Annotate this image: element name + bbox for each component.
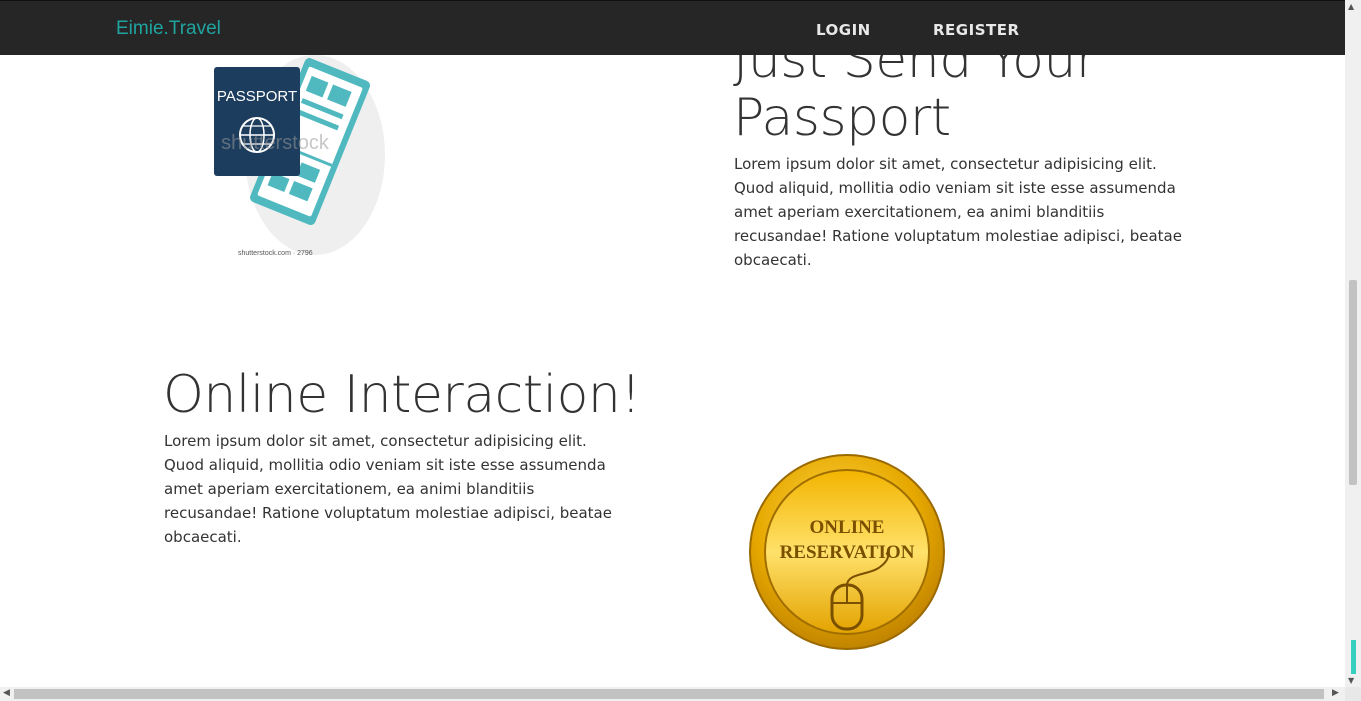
passport-heading-line1: Just Send Your	[733, 55, 1097, 90]
scrollbar-corner	[1345, 687, 1361, 701]
passport-heading-line2: Passport	[733, 88, 951, 148]
login-link[interactable]: LOGIN	[816, 21, 871, 39]
register-link[interactable]: REGISTER	[933, 21, 1020, 39]
online-paragraph: Lorem ipsum dolor sit amet, consectetur …	[164, 432, 612, 546]
passport-paragraph: Lorem ipsum dolor sit amet, consectetur …	[734, 155, 1182, 269]
page-content: PASSPORT shutterstock shutterstock.com ·…	[0, 55, 1345, 687]
horizontal-scrollbar[interactable]: ◀ ▶	[0, 687, 1345, 701]
scroll-accent-marker	[1351, 640, 1356, 674]
scroll-up-arrow-icon[interactable]: ▲	[1348, 2, 1354, 11]
scroll-right-arrow-icon[interactable]: ▶	[1332, 688, 1339, 698]
medal-text-line1: ONLINE	[810, 517, 885, 538]
image-caption: shutterstock.com · 2796	[238, 250, 313, 257]
medal-text-line2: RESERVATION	[780, 542, 915, 563]
horizontal-scroll-thumb[interactable]	[14, 689, 1324, 699]
scroll-left-arrow-icon[interactable]: ◀	[3, 688, 10, 698]
brand-link[interactable]: Eimie.Travel	[116, 18, 221, 40]
scroll-down-arrow-icon[interactable]: ▼	[1348, 676, 1354, 685]
vertical-scroll-thumb[interactable]	[1349, 280, 1357, 485]
image-watermark: shutterstock	[221, 132, 330, 154]
passport-cover-text: PASSPORT	[217, 88, 297, 105]
vertical-scrollbar[interactable]: ▲ ▼	[1345, 0, 1361, 687]
top-navbar: Eimie.Travel LOGIN REGISTER	[0, 0, 1345, 55]
online-reservation-medal: ONLINE RESERVATION	[749, 454, 945, 650]
online-heading: Online Interaction!	[163, 365, 641, 425]
passport-illustration: PASSPORT shutterstock shutterstock.com ·…	[214, 55, 385, 257]
